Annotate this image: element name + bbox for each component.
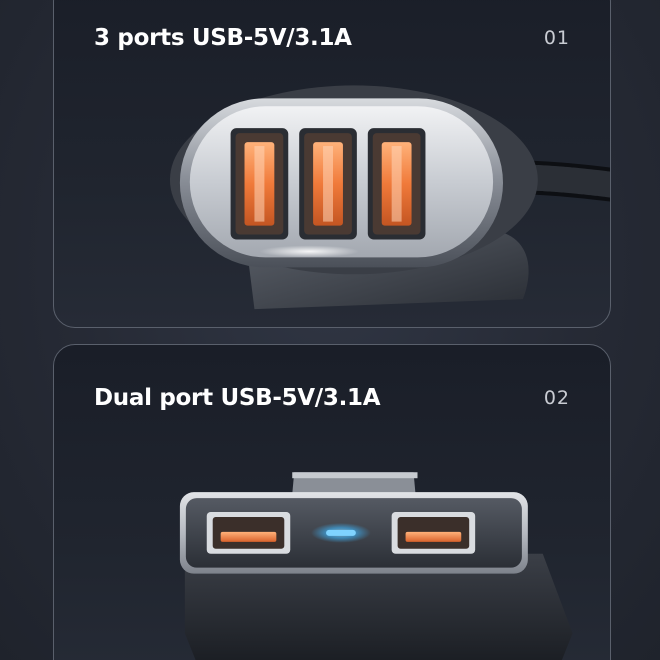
three-port-charger-image [169, 85, 610, 310]
product-feature-graphic: 3 ports USB-5V/3.1A 01 Dual port USB-5V/… [0, 0, 660, 660]
feature-panel-three-ports: 3 ports USB-5V/3.1A 01 [53, 0, 611, 328]
dual-port-charger-image [179, 472, 573, 660]
feature-panel-dual-port: Dual port USB-5V/3.1A 02 [53, 344, 611, 660]
